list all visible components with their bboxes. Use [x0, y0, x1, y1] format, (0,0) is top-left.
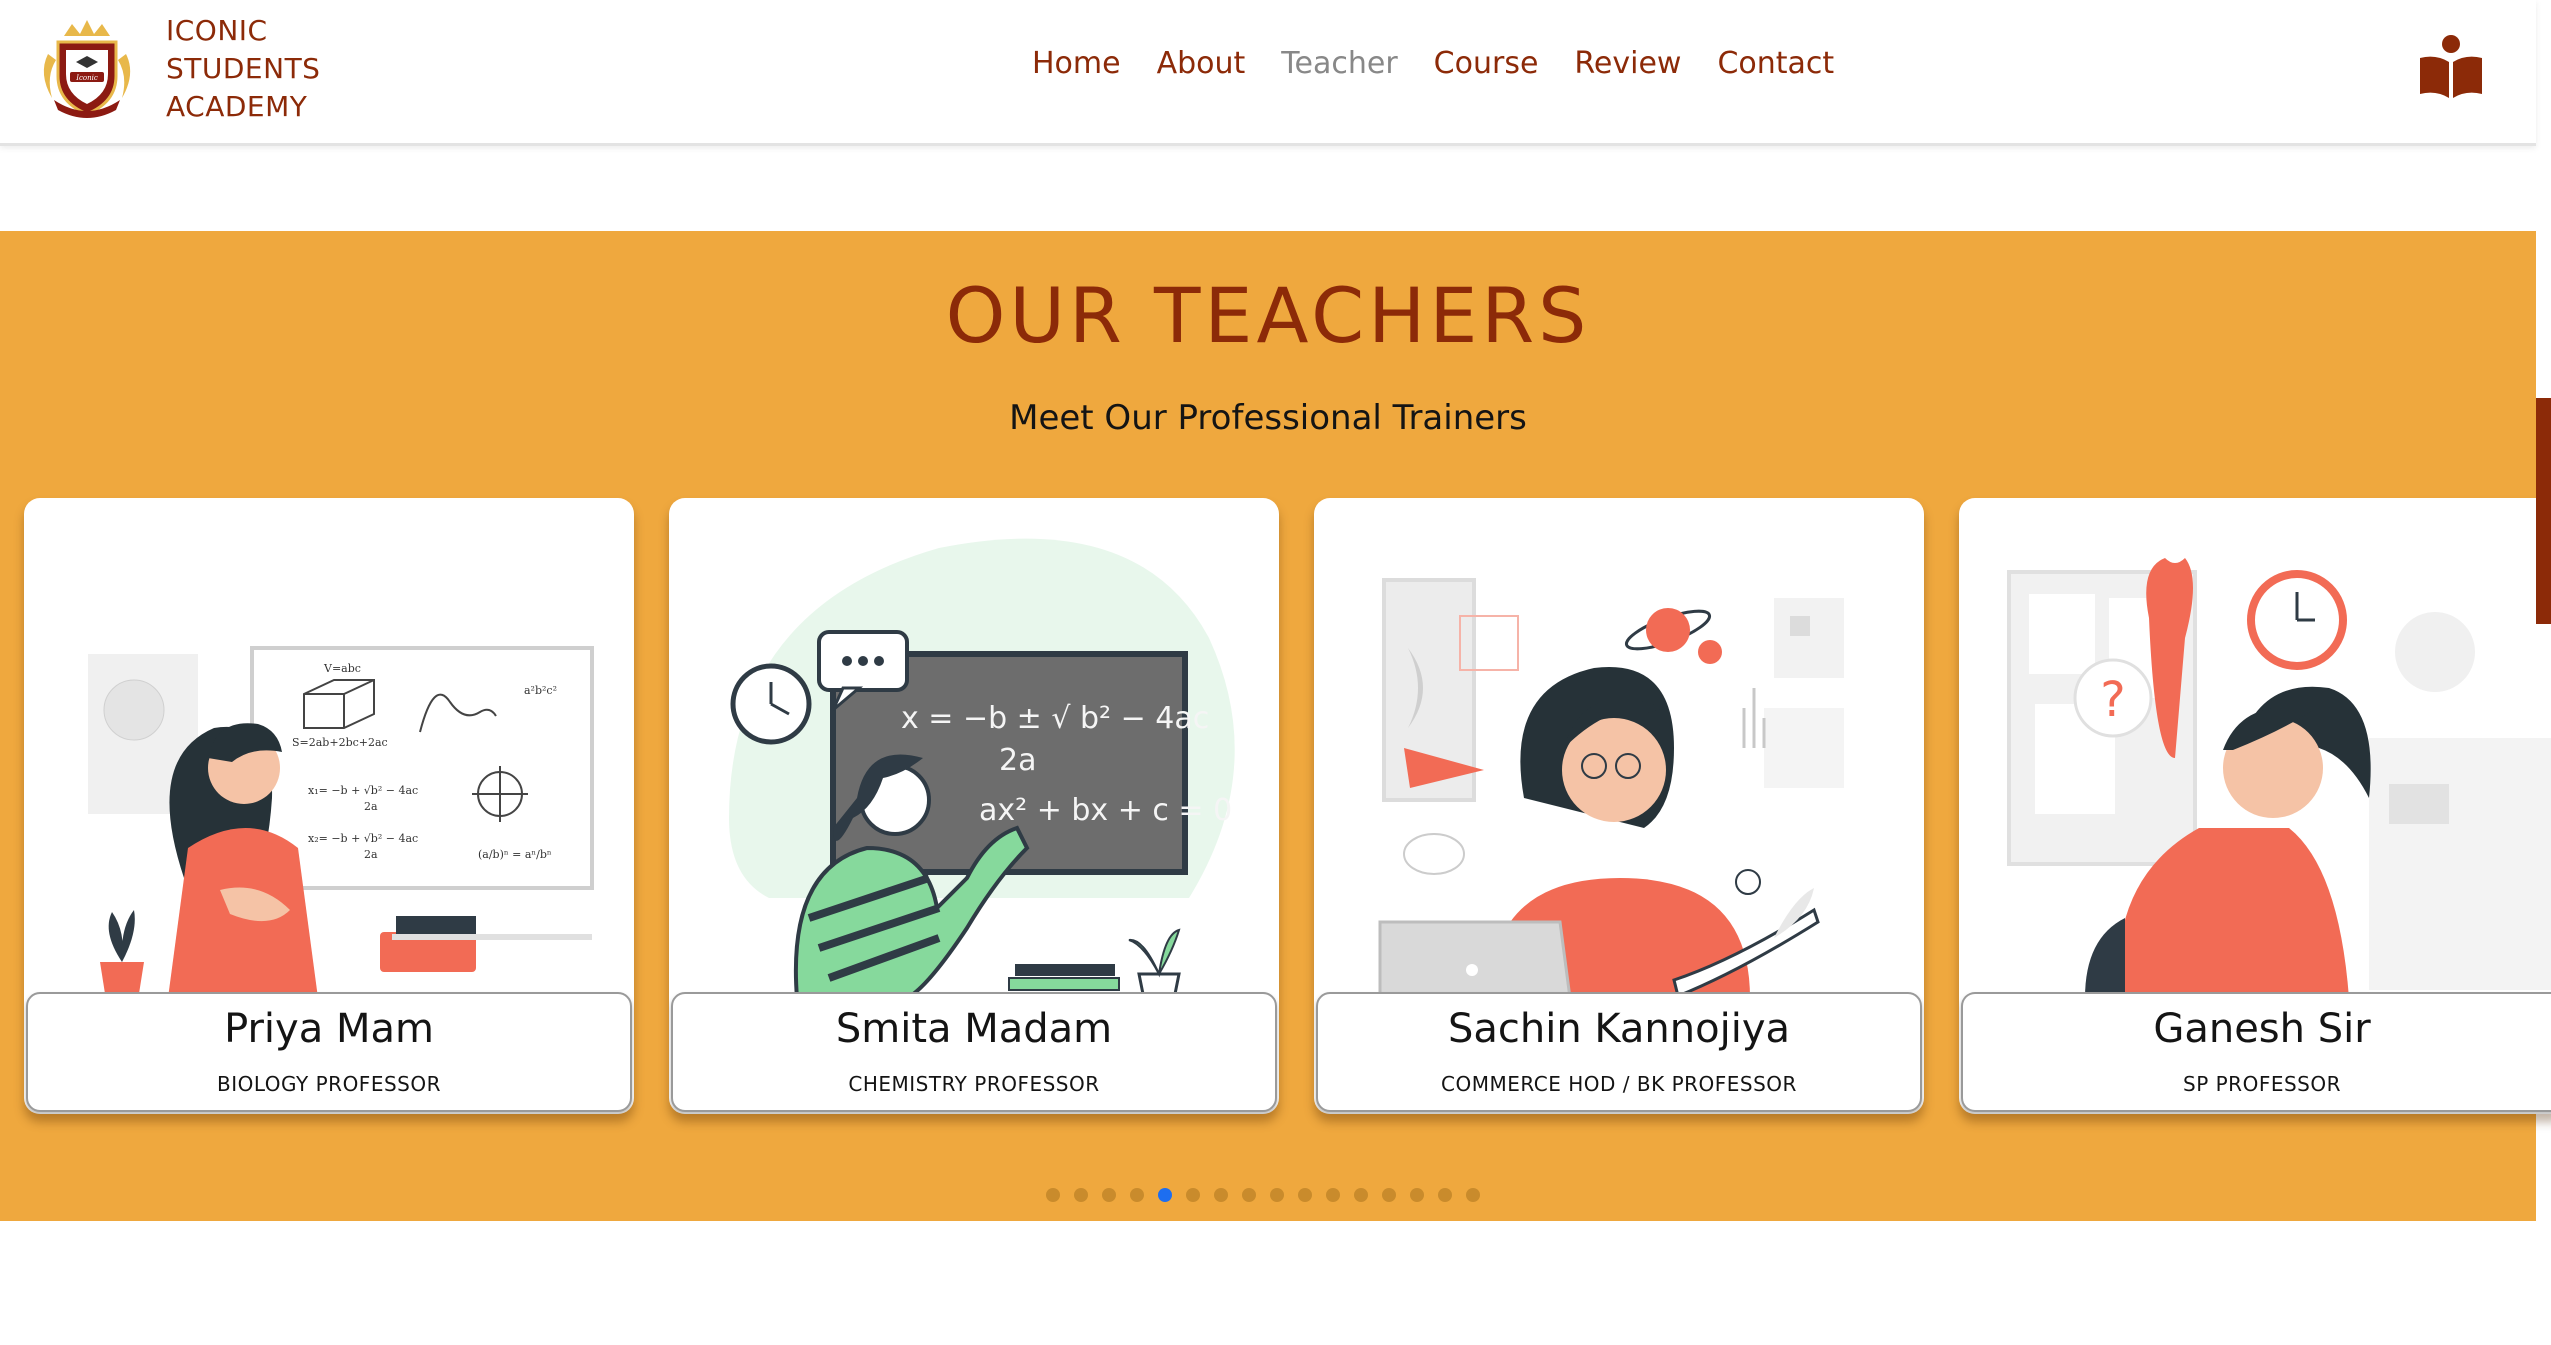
svg-text:x₁= −b + √b² − 4ac: x₁= −b + √b² − 4ac — [308, 784, 418, 797]
teacher-role: SP PROFESSOR — [2183, 1072, 2341, 1096]
svg-text:x₂= −b + √b² − 4ac: x₂= −b + √b² − 4ac — [308, 832, 418, 845]
nav-review[interactable]: Review — [1574, 46, 1681, 81]
teacher-card-info: Smita Madam CHEMISTRY PROFESSOR — [671, 992, 1277, 1112]
teacher-role: BIOLOGY PROFESSOR — [217, 1072, 441, 1096]
carousel-dot[interactable] — [1410, 1188, 1424, 1202]
teacher-name: Ganesh Sir — [2153, 1006, 2371, 1052]
svg-text:2a: 2a — [999, 743, 1036, 778]
teacher-card-info: Priya Mam BIOLOGY PROFESSOR — [26, 992, 632, 1112]
section-subtitle: Meet Our Professional Trainers — [1009, 398, 1527, 438]
nav-teacher[interactable]: Teacher — [1281, 46, 1397, 81]
teacher-name: Priya Mam — [224, 1006, 434, 1052]
book-reader-icon[interactable] — [2418, 34, 2484, 100]
carousel-dot[interactable] — [1326, 1188, 1340, 1202]
svg-text:Iconic: Iconic — [75, 74, 98, 82]
carousel-dot[interactable] — [1130, 1188, 1144, 1202]
carousel-dot[interactable] — [1354, 1188, 1368, 1202]
academy-crest-logo[interactable]: Iconic — [34, 14, 140, 122]
teacher-illustration-raising-hand: ? — [2007, 558, 2551, 998]
brand-line-3: ACADEMY — [166, 90, 308, 123]
svg-text:(a/b)ⁿ = aⁿ/bⁿ: (a/b)ⁿ = aⁿ/bⁿ — [478, 848, 552, 861]
site-header: Iconic ICONIC STUDENTS ACADEMY Home Abou… — [0, 0, 2536, 146]
carousel-dot[interactable] — [1046, 1188, 1060, 1202]
nav-about[interactable]: About — [1157, 46, 1246, 81]
teacher-role: COMMERCE HOD / BK PROFESSOR — [1441, 1072, 1797, 1096]
svg-text:ax² + bx + c = 0: ax² + bx + c = 0 — [979, 793, 1232, 828]
carousel-dot[interactable] — [1242, 1188, 1256, 1202]
nav-home[interactable]: Home — [1032, 46, 1121, 81]
teacher-role: CHEMISTRY PROFESSOR — [848, 1072, 1100, 1096]
brand-line-1: ICONIC — [166, 14, 268, 47]
nav-contact[interactable]: Contact — [1717, 46, 1834, 81]
teacher-card[interactable]: x = −b ± √ b² − 4ac 2a ax² + bx + c = 0 … — [669, 498, 1279, 1114]
svg-text:a²b²c²: a²b²c² — [524, 684, 557, 697]
teacher-card[interactable]: V=abc S=2ab+2bc+2ac a²b²c² x₁= −b + √b² … — [24, 498, 634, 1114]
teacher-illustration-chalkboard: x = −b ± √ b² − 4ac 2a ax² + bx + c = 0 — [729, 538, 1235, 998]
teacher-card-info: Sachin Kannojiya COMMERCE HOD / BK PROFE… — [1316, 992, 1922, 1112]
carousel-dot[interactable] — [1102, 1188, 1116, 1202]
svg-text:?: ? — [2100, 672, 2125, 728]
teachers-section: OUR TEACHERS Meet Our Professional Train… — [0, 231, 2551, 1221]
carousel-dot[interactable] — [1186, 1188, 1200, 1202]
carousel-pagination — [1046, 1188, 1480, 1202]
teacher-card[interactable]: Sachin Kannojiya COMMERCE HOD / BK PROFE… — [1314, 498, 1924, 1114]
page-scrollbar-thumb[interactable] — [2536, 398, 2551, 624]
carousel-dot[interactable] — [1438, 1188, 1452, 1202]
carousel-dot[interactable] — [1074, 1188, 1088, 1202]
teacher-name: Smita Madam — [835, 1006, 1113, 1052]
svg-text:V=abc: V=abc — [323, 662, 361, 675]
teacher-card-info: Ganesh Sir SP PROFESSOR — [1961, 992, 2551, 1112]
svg-text:2a: 2a — [364, 800, 378, 813]
teacher-illustration-thinking: V=abc S=2ab+2bc+2ac a²b²c² x₁= −b + √b² … — [88, 646, 594, 998]
teacher-card[interactable]: ? Ganesh Sir SP PROFESSOR — [1959, 498, 2551, 1114]
brand-name[interactable]: ICONIC STUDENTS ACADEMY — [166, 12, 366, 126]
main-nav: Home About Teacher Course Review Contact — [1032, 46, 1834, 81]
carousel-dot[interactable] — [1214, 1188, 1228, 1202]
brand-line-2: STUDENTS — [166, 52, 321, 85]
nav-course[interactable]: Course — [1434, 46, 1539, 81]
carousel-dot[interactable] — [1298, 1188, 1312, 1202]
carousel-dot[interactable] — [1158, 1188, 1172, 1202]
section-title: OUR TEACHERS — [945, 271, 1591, 360]
teacher-name: Sachin Kannojiya — [1447, 1006, 1791, 1052]
teacher-illustration-studying — [1378, 578, 1844, 998]
svg-text:x = −b ± √ b² − 4ac: x = −b ± √ b² − 4ac — [901, 701, 1209, 736]
carousel-dot[interactable] — [1466, 1188, 1480, 1202]
svg-text:S=2ab+2bc+2ac: S=2ab+2bc+2ac — [292, 736, 388, 749]
carousel-dot[interactable] — [1382, 1188, 1396, 1202]
carousel-dot[interactable] — [1270, 1188, 1284, 1202]
svg-text:2a: 2a — [364, 848, 378, 861]
